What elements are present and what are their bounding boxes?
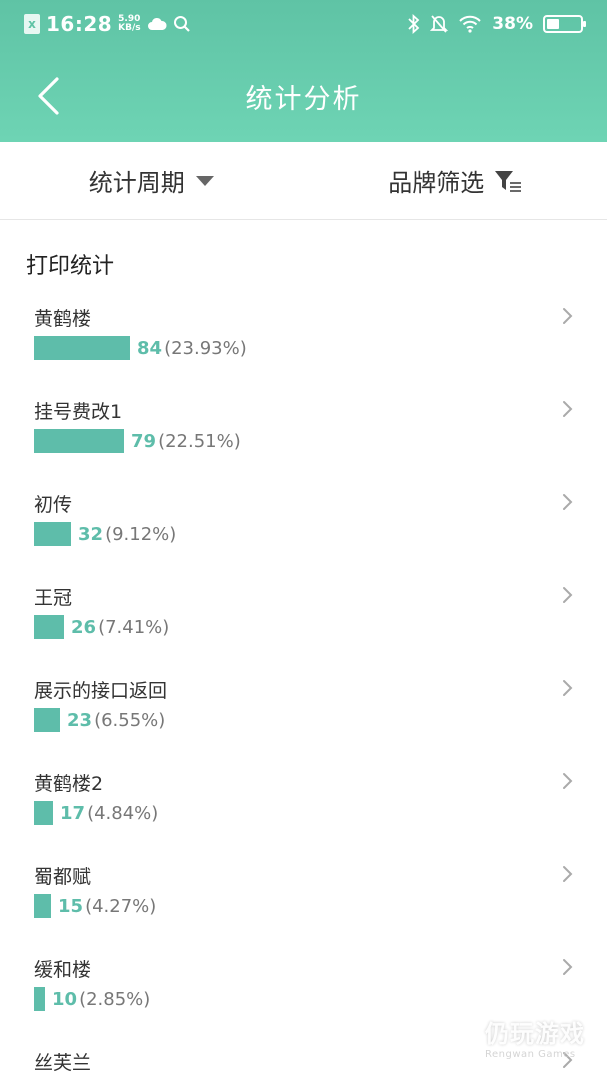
mute-bell-icon xyxy=(430,15,449,33)
back-button[interactable] xyxy=(28,72,68,120)
top-bar: x 16:28 5.90 KB/s 38% 统计分析 xyxy=(0,0,607,142)
chevron-right-icon xyxy=(563,680,573,696)
item-name: 缓和楼 xyxy=(34,959,92,981)
item-name: 王冠 xyxy=(34,587,73,609)
bar-line: 79 (22.51%) xyxy=(34,429,241,453)
stats-list: 黄鹤楼 84 (23.93%) 挂号费改1 79 (22.51%) 初传 32 (9.12%) 王… xyxy=(0,292,607,1080)
item-name: 黄鹤楼 xyxy=(34,308,92,330)
bluetooth-icon xyxy=(408,14,420,34)
list-item[interactable]: 蜀都赋 15 (4.27%) xyxy=(0,850,607,943)
bar xyxy=(34,801,53,825)
filter-icon xyxy=(495,170,522,192)
bar xyxy=(34,522,71,546)
item-count: 10 xyxy=(52,988,78,1010)
item-name: 初传 xyxy=(34,494,73,516)
bar-line: 32 (9.12%) xyxy=(34,522,176,546)
status-bar: x 16:28 5.90 KB/s 38% xyxy=(0,0,607,48)
period-filter-button[interactable]: 统计周期 xyxy=(0,163,304,198)
item-percent: (2.85%) xyxy=(79,988,151,1010)
bar-line: 84 (23.93%) xyxy=(34,336,247,360)
bar xyxy=(34,615,64,639)
brand-filter-label: 品牌筛选 xyxy=(388,169,485,197)
list-item[interactable]: 黄鹤楼2 17 (4.84%) xyxy=(0,757,607,850)
bar-line: 26 (7.41%) xyxy=(34,615,169,639)
bar-line: 17 (4.84%) xyxy=(34,801,158,825)
watermark-logo-icon xyxy=(433,1017,473,1057)
brand-filter-button[interactable]: 品牌筛选 xyxy=(304,163,607,198)
item-percent: (4.27%) xyxy=(85,895,157,917)
battery-icon xyxy=(543,15,586,33)
battery-percent: 38% xyxy=(492,14,533,34)
bar-line: 10 (2.85%) xyxy=(34,987,150,1011)
item-percent: (4.84%) xyxy=(87,802,159,824)
status-time: 16:28 xyxy=(46,12,113,36)
bar xyxy=(34,429,124,453)
list-item[interactable]: 展示的接口返回 23 (6.55%) xyxy=(0,664,607,757)
bar-line: 15 (4.27%) xyxy=(34,894,156,918)
list-item[interactable]: 王冠 26 (7.41%) xyxy=(0,571,607,664)
list-item[interactable]: 挂号费改1 79 (22.51%) xyxy=(0,385,607,478)
item-count: 26 xyxy=(71,616,97,638)
watermark-cn: 仍玩游戏 xyxy=(485,1020,585,1048)
filter-bar: 统计周期 品牌筛选 xyxy=(0,142,607,220)
item-percent: (22.51%) xyxy=(158,430,241,452)
chevron-right-icon xyxy=(563,494,573,510)
no-sim-icon: x xyxy=(24,14,40,34)
item-percent: (9.12%) xyxy=(105,523,177,545)
item-name: 挂号费改1 xyxy=(34,401,123,423)
item-count: 32 xyxy=(78,523,104,545)
chevron-right-icon xyxy=(563,587,573,603)
bar xyxy=(34,708,60,732)
period-filter-label: 统计周期 xyxy=(88,169,185,197)
network-speed: 5.90 KB/s xyxy=(118,14,141,33)
bar-line: 23 (6.55%) xyxy=(34,708,165,732)
chevron-right-icon xyxy=(563,866,573,882)
chevron-right-icon xyxy=(563,401,573,417)
item-percent: (6.55%) xyxy=(94,709,166,731)
item-count: 17 xyxy=(60,802,86,824)
caret-down-icon xyxy=(195,175,214,186)
cloud-icon xyxy=(147,17,167,30)
item-count: 23 xyxy=(67,709,93,731)
item-name: 展示的接口返回 xyxy=(34,680,168,702)
watermark-en: Rengwan Games xyxy=(485,1049,576,1060)
list-item[interactable]: 黄鹤楼 84 (23.93%) xyxy=(0,292,607,385)
page-title: 统计分析 xyxy=(245,83,362,115)
item-count: 84 xyxy=(137,337,163,359)
chevron-left-icon xyxy=(38,77,59,115)
chevron-right-icon xyxy=(563,959,573,975)
watermark: 仍玩游戏 Rengwan Games xyxy=(431,1014,585,1060)
section-title: 打印统计 xyxy=(26,254,115,279)
item-percent: (23.93%) xyxy=(164,337,247,359)
wifi-icon xyxy=(459,15,482,33)
item-count: 79 xyxy=(131,430,157,452)
item-name: 丝芙兰 xyxy=(34,1052,92,1074)
chevron-right-icon xyxy=(563,773,573,789)
battery-level xyxy=(547,19,560,29)
bar xyxy=(34,894,51,918)
item-percent: (7.41%) xyxy=(98,616,170,638)
chevron-right-icon xyxy=(563,308,573,324)
item-name: 黄鹤楼2 xyxy=(34,773,104,795)
list-item[interactable]: 初传 32 (9.12%) xyxy=(0,478,607,571)
nav-bar: 统计分析 xyxy=(0,50,607,142)
search-icon xyxy=(173,16,190,32)
bar xyxy=(34,987,45,1011)
item-name: 蜀都赋 xyxy=(34,866,92,888)
item-count: 15 xyxy=(58,895,84,917)
bar xyxy=(34,336,130,360)
